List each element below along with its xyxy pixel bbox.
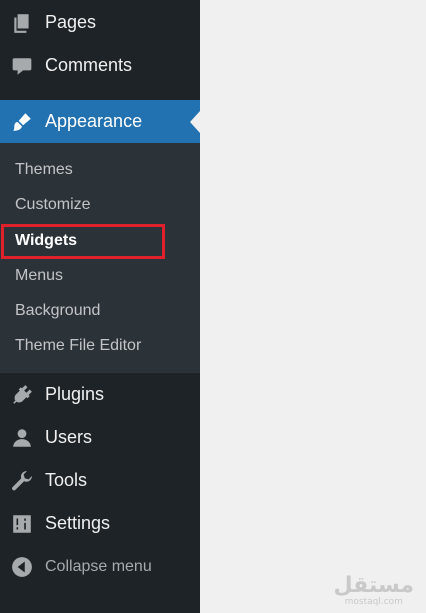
paintbrush-icon — [10, 110, 34, 134]
collapse-menu-label: Collapse menu — [45, 557, 152, 575]
menu-item-plugins[interactable]: Plugins — [0, 373, 200, 416]
submenu-themes[interactable]: Themes — [15, 158, 73, 182]
menu-item-users[interactable]: Users — [0, 416, 200, 459]
submenu-background[interactable]: Background — [15, 299, 100, 323]
menu-item-tools[interactable]: Tools — [0, 459, 200, 502]
watermark-logo: مستقل mostaql.com — [333, 573, 414, 608]
submenu-customize[interactable]: Customize — [15, 193, 91, 217]
menu-label-tools: Tools — [45, 470, 88, 490]
menu-item-appearance[interactable]: Appearance — [0, 100, 200, 143]
menu-label-appearance: Appearance — [45, 111, 143, 131]
sliders-icon — [10, 512, 34, 536]
submenu-menus[interactable]: Menus — [15, 264, 63, 288]
current-page-arrow — [190, 110, 200, 133]
menu-item-settings[interactable]: Settings — [0, 502, 200, 545]
user-icon — [10, 426, 34, 450]
menu-label-users: Users — [45, 427, 93, 447]
menu-label-plugins: Plugins — [45, 384, 105, 404]
collapse-menu-button[interactable]: Collapse menu — [0, 545, 200, 588]
menu-item-comments[interactable]: Comments — [0, 44, 200, 87]
admin-sidebar: Pages Comments Appearance Themes Customi… — [0, 0, 200, 613]
menu-label-comments: Comments — [45, 55, 133, 75]
watermark-latin: mostaql.com — [344, 597, 403, 607]
watermark-arabic: مستقل — [333, 573, 414, 598]
collapse-icon — [10, 555, 34, 579]
plug-icon — [10, 383, 34, 407]
menu-label-settings: Settings — [45, 513, 111, 533]
widgets-highlight-annotation — [1, 224, 165, 259]
menu-item-pages[interactable]: Pages — [0, 1, 200, 44]
menu-label-pages: Pages — [45, 12, 97, 32]
wrench-icon — [10, 469, 34, 493]
pages-icon — [10, 11, 34, 35]
submenu-theme-file-editor[interactable]: Theme File Editor — [15, 334, 141, 358]
comment-icon — [10, 54, 34, 78]
